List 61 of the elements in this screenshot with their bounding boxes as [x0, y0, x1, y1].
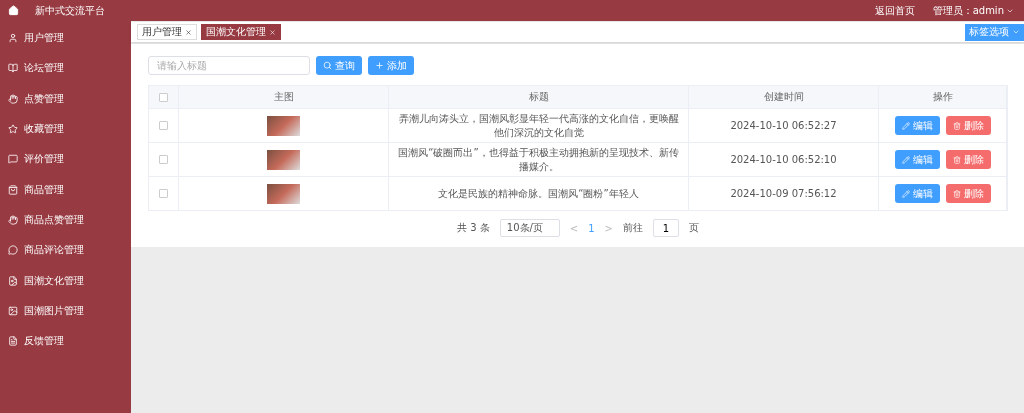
- row-checkbox[interactable]: [159, 121, 168, 130]
- row-checkbox[interactable]: [159, 189, 168, 198]
- search-icon: [323, 61, 332, 70]
- total-count: 共 3 条: [457, 221, 490, 235]
- photo-placeholder: [267, 149, 300, 170]
- goto-page-field[interactable]: 1: [652, 219, 679, 237]
- hand-icon: [8, 214, 18, 225]
- table-cell: 文化是民族的精神命脉。国潮风“圈粉”年轻人: [438, 186, 639, 201]
- sidebar-item[interactable]: 论坛管理: [0, 53, 131, 84]
- select-all-checkbox[interactable]: [159, 92, 168, 102]
- speech-bubble-icon: [8, 154, 18, 165]
- photo-placeholder: [267, 115, 300, 136]
- sidebar-item[interactable]: 用户管理: [0, 23, 131, 54]
- row-checkbox[interactable]: [159, 155, 168, 164]
- plus-icon: [375, 61, 384, 70]
- column-header: 创建时间: [689, 86, 879, 108]
- trash-icon: [952, 155, 961, 164]
- document-icon: [8, 275, 18, 286]
- table-cell: 2024-10-09 07:56:12: [730, 186, 837, 201]
- close-icon[interactable]: [185, 28, 192, 36]
- table-cell: 2024-10-10 06:52:27: [730, 118, 837, 133]
- tab[interactable]: 国潮文化管理: [201, 24, 281, 40]
- table-cell: 2024-10-10 06:52:10: [730, 152, 837, 167]
- sidebar-item[interactable]: 国潮图片管理: [0, 295, 131, 326]
- table-cell-text: 国潮风“破圈而出”，也得益于积极主动拥抱新的呈现技术、新传播媒介。: [397, 145, 680, 174]
- column-header: 操作: [879, 86, 1007, 108]
- sidebar-item[interactable]: 收藏管理: [0, 113, 131, 145]
- sidebar-item[interactable]: 点赞管理: [0, 83, 131, 114]
- page-suffix: 页: [688, 221, 699, 235]
- hand-icon: [8, 93, 18, 104]
- sidebar-item[interactable]: 评价管理: [0, 144, 131, 175]
- photo-placeholder: [267, 183, 300, 204]
- goto-label: 前往: [622, 221, 643, 235]
- home-link[interactable]: 返回首页: [874, 3, 915, 18]
- caret-icon: [1012, 28, 1020, 36]
- column-header: 主图: [179, 86, 389, 108]
- sidebar-item[interactable]: 商品评论管理: [0, 235, 131, 266]
- sidebar-item[interactable]: 商品管理: [0, 174, 131, 205]
- image-icon: [8, 305, 18, 316]
- user-icon: [8, 33, 18, 44]
- speech-bubble-icon: [8, 245, 18, 256]
- tab[interactable]: 用户管理: [137, 24, 197, 40]
- document-icon: [8, 336, 18, 347]
- app-title: 新中式交流平台: [35, 3, 105, 18]
- search-field[interactable]: 请输入标题: [148, 56, 310, 75]
- trash-icon: [952, 189, 961, 198]
- sidebar-item[interactable]: 国潮文化管理: [0, 265, 131, 296]
- bag-icon: [8, 184, 18, 195]
- pencil-icon: [901, 155, 910, 164]
- pencil-icon: [901, 121, 910, 130]
- star-icon: [8, 124, 18, 135]
- user-menu[interactable]: 管理员：admin: [932, 3, 1014, 18]
- sidebar-item[interactable]: 反馈管理: [0, 325, 131, 357]
- book-icon: [8, 63, 18, 74]
- table-cell-text: 弄潮儿向涛头立，国潮风彰显年轻一代高涨的文化自信，更唤醒他们深沉的文化自觉: [397, 111, 680, 140]
- sidebar-item[interactable]: 商品点赞管理: [0, 204, 131, 236]
- pencil-icon: [901, 189, 910, 198]
- trash-icon: [952, 121, 961, 130]
- page-size-select[interactable]: 10条/页: [499, 219, 560, 237]
- home-icon[interactable]: [8, 5, 19, 16]
- column-header: 标题: [389, 86, 689, 108]
